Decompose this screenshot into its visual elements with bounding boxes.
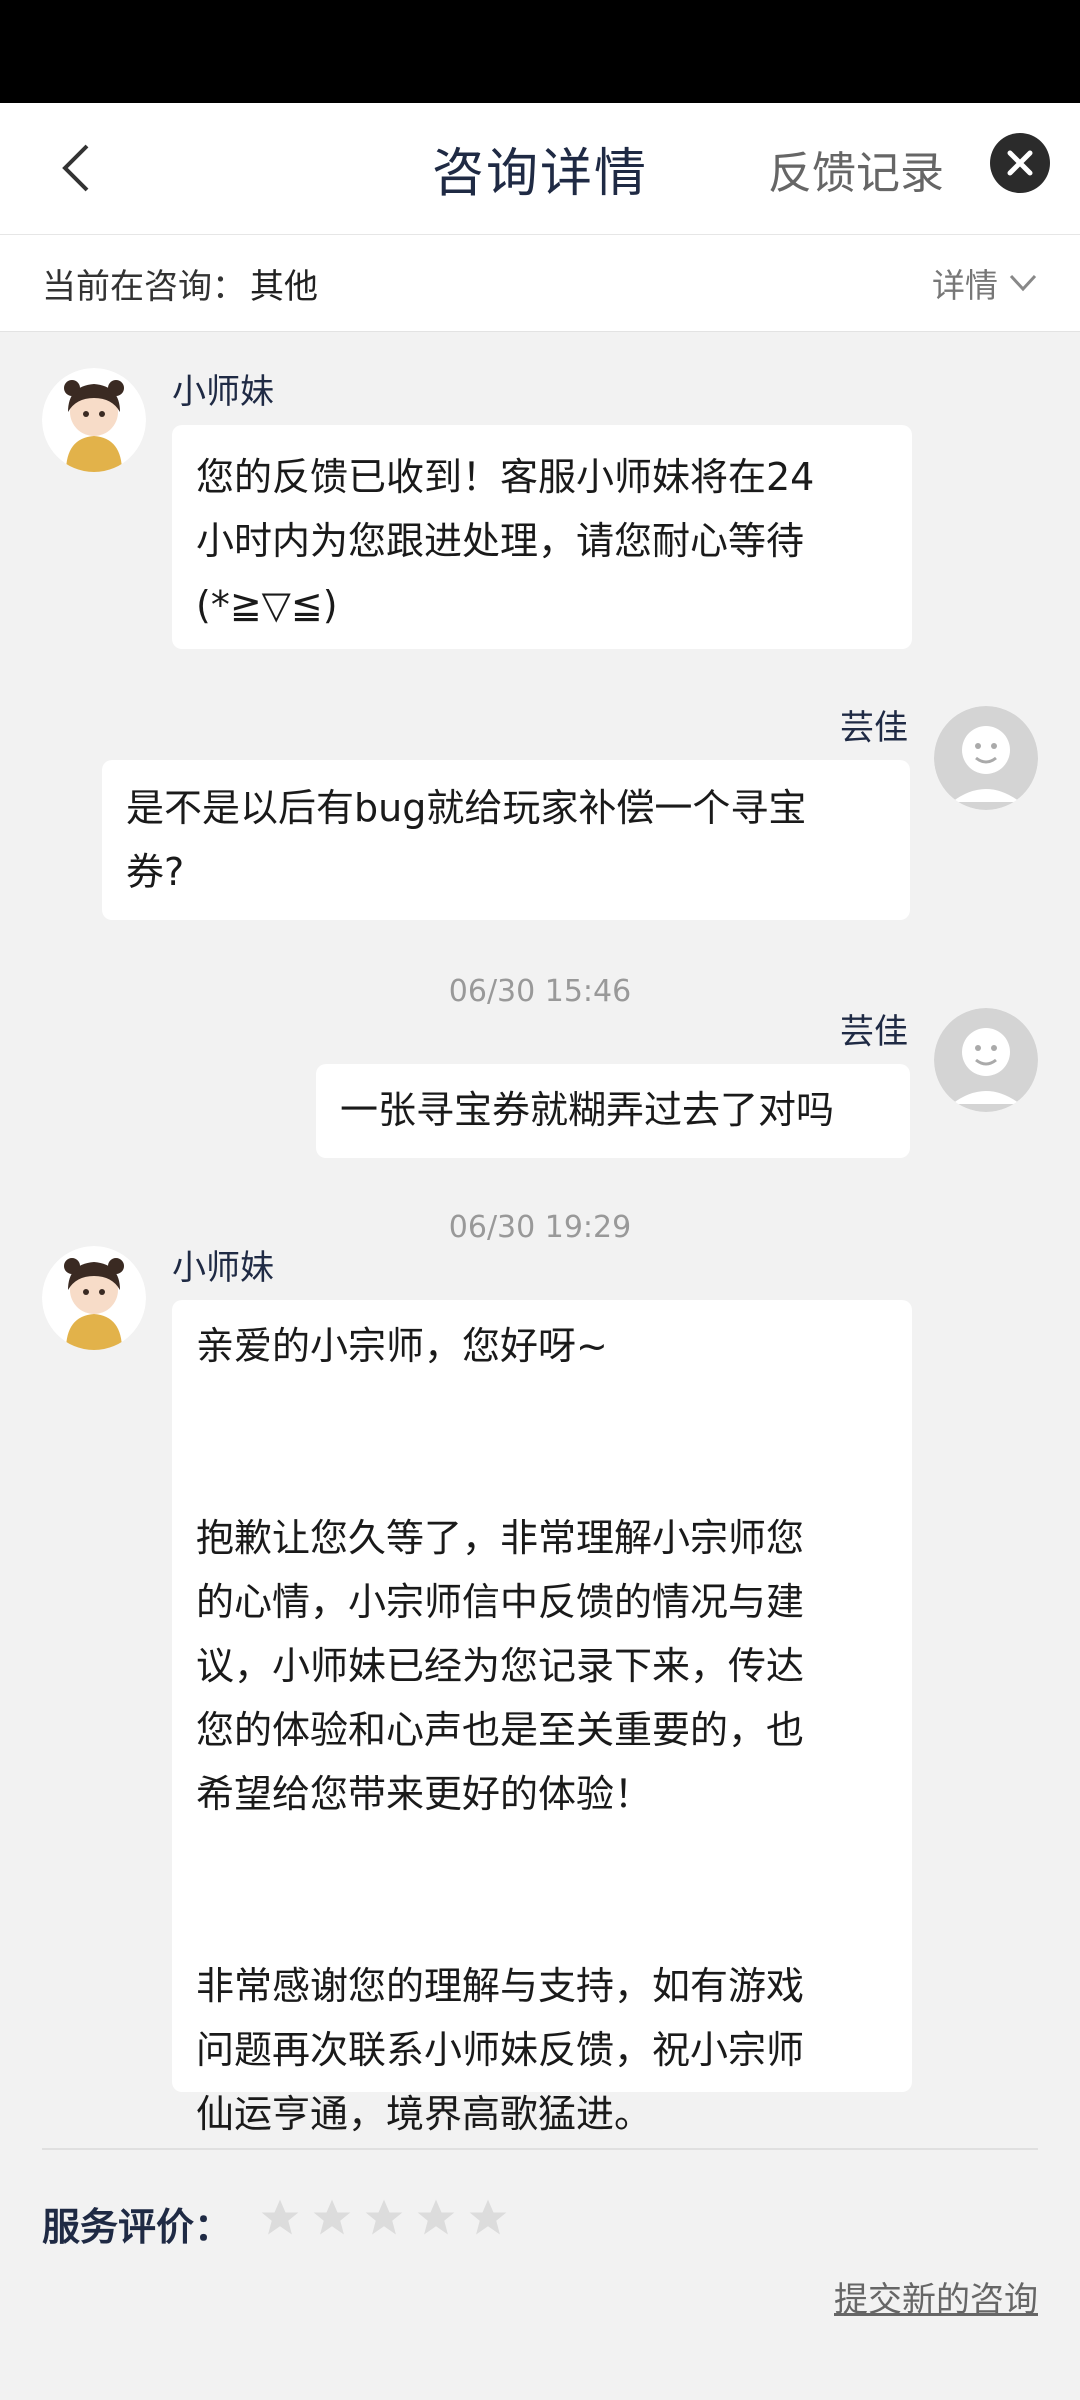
submit-new-consult-link[interactable]: 提交新的咨询 xyxy=(834,2272,1038,2321)
details-label: 详情 xyxy=(932,266,998,305)
status-bar xyxy=(0,0,1080,103)
rating-label: 服务评价： xyxy=(42,2205,233,2249)
header-bar: 咨询详情 反馈记录 xyxy=(0,103,1080,235)
message-bubble: 是不是以后有bug就给玩家补偿一个寻宝 券? xyxy=(102,760,910,920)
consult-topic-bar: 当前在咨询： 其他 详情 xyxy=(0,235,1080,332)
close-button[interactable] xyxy=(990,133,1050,193)
chevron-left-icon xyxy=(62,144,89,192)
message-bubble: 您的反馈已收到！客服小师妹将在24 小时内为您跟进处理，请您耐心等待 (*≧▽≦… xyxy=(172,425,912,649)
message-timestamp: 06/30 19:29 xyxy=(448,1210,632,1245)
star-icon[interactable] xyxy=(466,2196,510,2240)
message-timestamp: 06/30 15:46 xyxy=(448,974,632,1009)
consult-topic-prefix: 当前在咨询： xyxy=(42,266,246,307)
sender-name: 芸佳 xyxy=(840,708,908,748)
star-icon[interactable] xyxy=(258,2196,302,2240)
sender-name: 小师妹 xyxy=(172,372,274,412)
user-avatar[interactable] xyxy=(934,1008,1038,1112)
sender-name: 小师妹 xyxy=(172,1248,274,1288)
divider xyxy=(42,2148,1038,2150)
message-text: 您的反馈已收到！客服小师妹将在24 小时内为您跟进处理，请您耐心等待 (*≧▽≦… xyxy=(196,455,815,627)
user-avatar[interactable] xyxy=(934,706,1038,810)
consult-topic: 当前在咨询： 其他 xyxy=(42,235,318,331)
agent-avatar[interactable] xyxy=(42,368,146,472)
star-icon[interactable] xyxy=(414,2196,458,2240)
feedback-record-link[interactable]: 反馈记录 xyxy=(768,103,944,234)
consult-topic-value: 其他 xyxy=(250,266,318,307)
message-bubble: 亲爱的小宗师，您好呀~ 抱歉让您久等了，非常理解小宗师您 的心情，小宗师信中反馈… xyxy=(172,1300,912,2136)
message-bubble: 一张寻宝券就糊弄过去了对吗 xyxy=(316,1064,910,1158)
star-rating[interactable] xyxy=(258,2196,510,2240)
message-text: 一张寻宝券就糊弄过去了对吗 xyxy=(340,1088,835,1132)
message-text: 是不是以后有bug就给玩家补偿一个寻宝 券? xyxy=(126,786,807,894)
details-toggle[interactable]: 详情 xyxy=(932,235,1038,331)
star-icon[interactable] xyxy=(310,2196,354,2240)
back-button[interactable] xyxy=(40,133,110,203)
star-icon[interactable] xyxy=(362,2196,406,2240)
message-text: 亲爱的小宗师，您好呀~ 抱歉让您久等了，非常理解小宗师您 的心情，小宗师信中反馈… xyxy=(196,1324,805,2136)
chevron-down-icon xyxy=(1009,274,1037,292)
sender-name: 芸佳 xyxy=(840,1012,908,1052)
agent-avatar[interactable] xyxy=(42,1246,146,1350)
close-icon xyxy=(1007,150,1033,176)
